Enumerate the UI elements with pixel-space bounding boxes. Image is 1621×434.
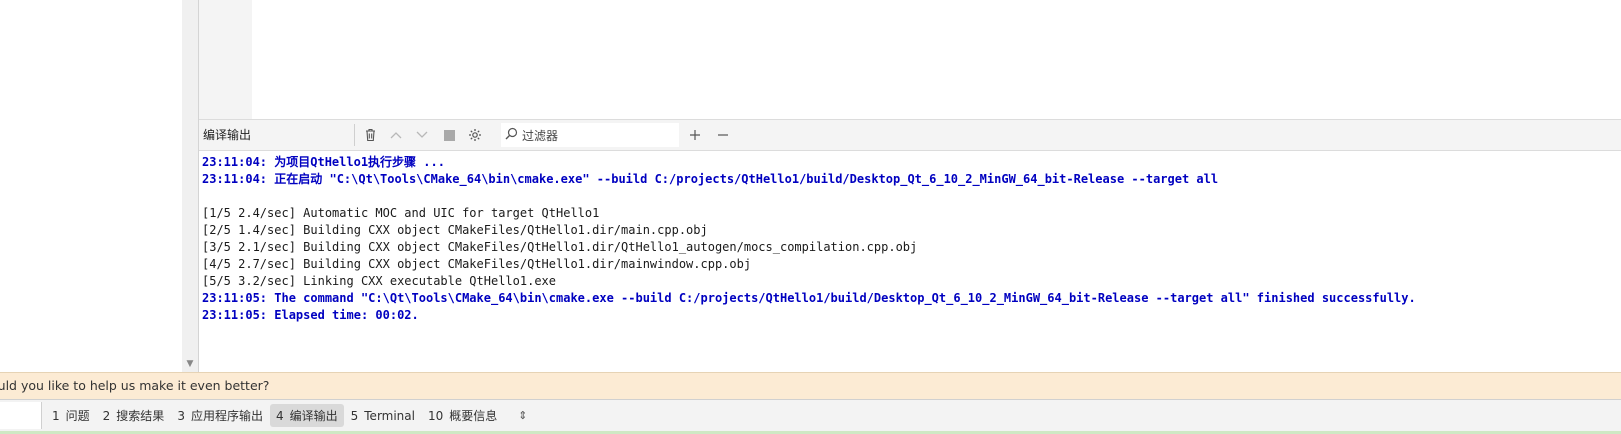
- infobar-text: ould you like to help us make it even be…: [0, 378, 270, 393]
- output-pane-tabbar: 1 问题 2 搜索结果 3 应用程序输出 4 编译输出 5 Terminal 10 概要信息 ⇕: [0, 399, 1621, 434]
- compile-output-text[interactable]: 23:11:04: 为项目QtHello1执行步骤 ... 23:11:04: 正…: [199, 151, 1621, 372]
- tab-6[interactable]: 10 概要信息: [422, 404, 503, 427]
- output-line: [4/5 2.7/sec] Building CXX object CMakeF…: [202, 257, 752, 271]
- output-line: [1/5 2.4/sec] Automatic MOC and UIC for …: [202, 206, 600, 220]
- tab-label: 问题: [65, 409, 90, 423]
- filter-placeholder: 过滤器: [522, 128, 559, 143]
- tab-number: 2: [102, 409, 111, 423]
- chevron-up-icon[interactable]: [385, 120, 407, 150]
- tab-label: Terminal: [364, 408, 415, 423]
- sidebar-toggle-button[interactable]: [0, 402, 42, 429]
- tab-number: 4: [275, 409, 284, 423]
- search-icon: [505, 127, 518, 143]
- output-tabs: 1 问题 2 搜索结果 3 应用程序输出 4 编译输出 5 Terminal 10 概要信息 ⇕: [46, 402, 528, 429]
- left-panel-scrollbar[interactable]: ▼: [182, 0, 198, 372]
- left-panel: [0, 0, 182, 372]
- gear-icon[interactable]: [464, 120, 486, 150]
- stop-icon[interactable]: [438, 120, 460, 150]
- feedback-infobar: ould you like to help us make it even be…: [0, 372, 1621, 399]
- output-line: [3/5 2.1/sec] Building CXX object CMakeF…: [202, 240, 918, 254]
- output-line: 23:11:04: 为项目QtHello1执行步骤 ...: [202, 155, 445, 169]
- tab-1[interactable]: 1 问题: [46, 404, 96, 427]
- tab-2[interactable]: 2 搜索结果: [97, 404, 171, 427]
- editor-line-gutter: [199, 0, 252, 119]
- tab-label: 应用程序输出: [190, 409, 263, 423]
- output-toolbar: 编译输出 过滤器: [199, 119, 1621, 151]
- more-tabs-chevron-icon[interactable]: ⇕: [518, 409, 527, 422]
- tab-label: 编译输出: [289, 409, 338, 423]
- tab-number: 1: [52, 409, 60, 423]
- output-line: [2/5 1.4/sec] Building CXX object CMakeF…: [202, 223, 708, 237]
- output-line: 23:11:05: The command "C:\Qt\Tools\CMake…: [202, 291, 1416, 305]
- trash-icon[interactable]: [359, 120, 381, 150]
- chevron-down-icon[interactable]: [411, 120, 433, 150]
- filter-input[interactable]: 过滤器: [501, 123, 679, 147]
- output-line: 23:11:04: 正在启动 "C:\Qt\Tools\CMake_64\bin…: [202, 172, 1219, 186]
- zoom-out-icon[interactable]: [712, 120, 734, 150]
- tab-number: 5: [350, 408, 359, 423]
- tab-number: 10: [427, 409, 444, 423]
- toolbar-separator: [354, 124, 355, 146]
- tab-label: 概要信息: [449, 409, 498, 423]
- output-line: [5/5 3.2/sec] Linking CXX executable QtH…: [202, 274, 557, 288]
- tab-5[interactable]: 5 Terminal: [345, 406, 421, 426]
- scroll-down-arrow-icon[interactable]: ▼: [182, 358, 198, 370]
- output-line: 23:11:05: Elapsed time: 00:02.: [202, 308, 419, 322]
- tab-number: 3: [177, 409, 185, 423]
- tab-4[interactable]: 4 编译输出: [269, 404, 344, 427]
- output-pane-title: 编译输出: [203, 128, 252, 142]
- zoom-in-icon[interactable]: [684, 120, 706, 150]
- tab-3[interactable]: 3 应用程序输出: [171, 404, 269, 427]
- tab-label: 搜索结果: [116, 409, 165, 423]
- editor-area[interactable]: [252, 0, 1621, 119]
